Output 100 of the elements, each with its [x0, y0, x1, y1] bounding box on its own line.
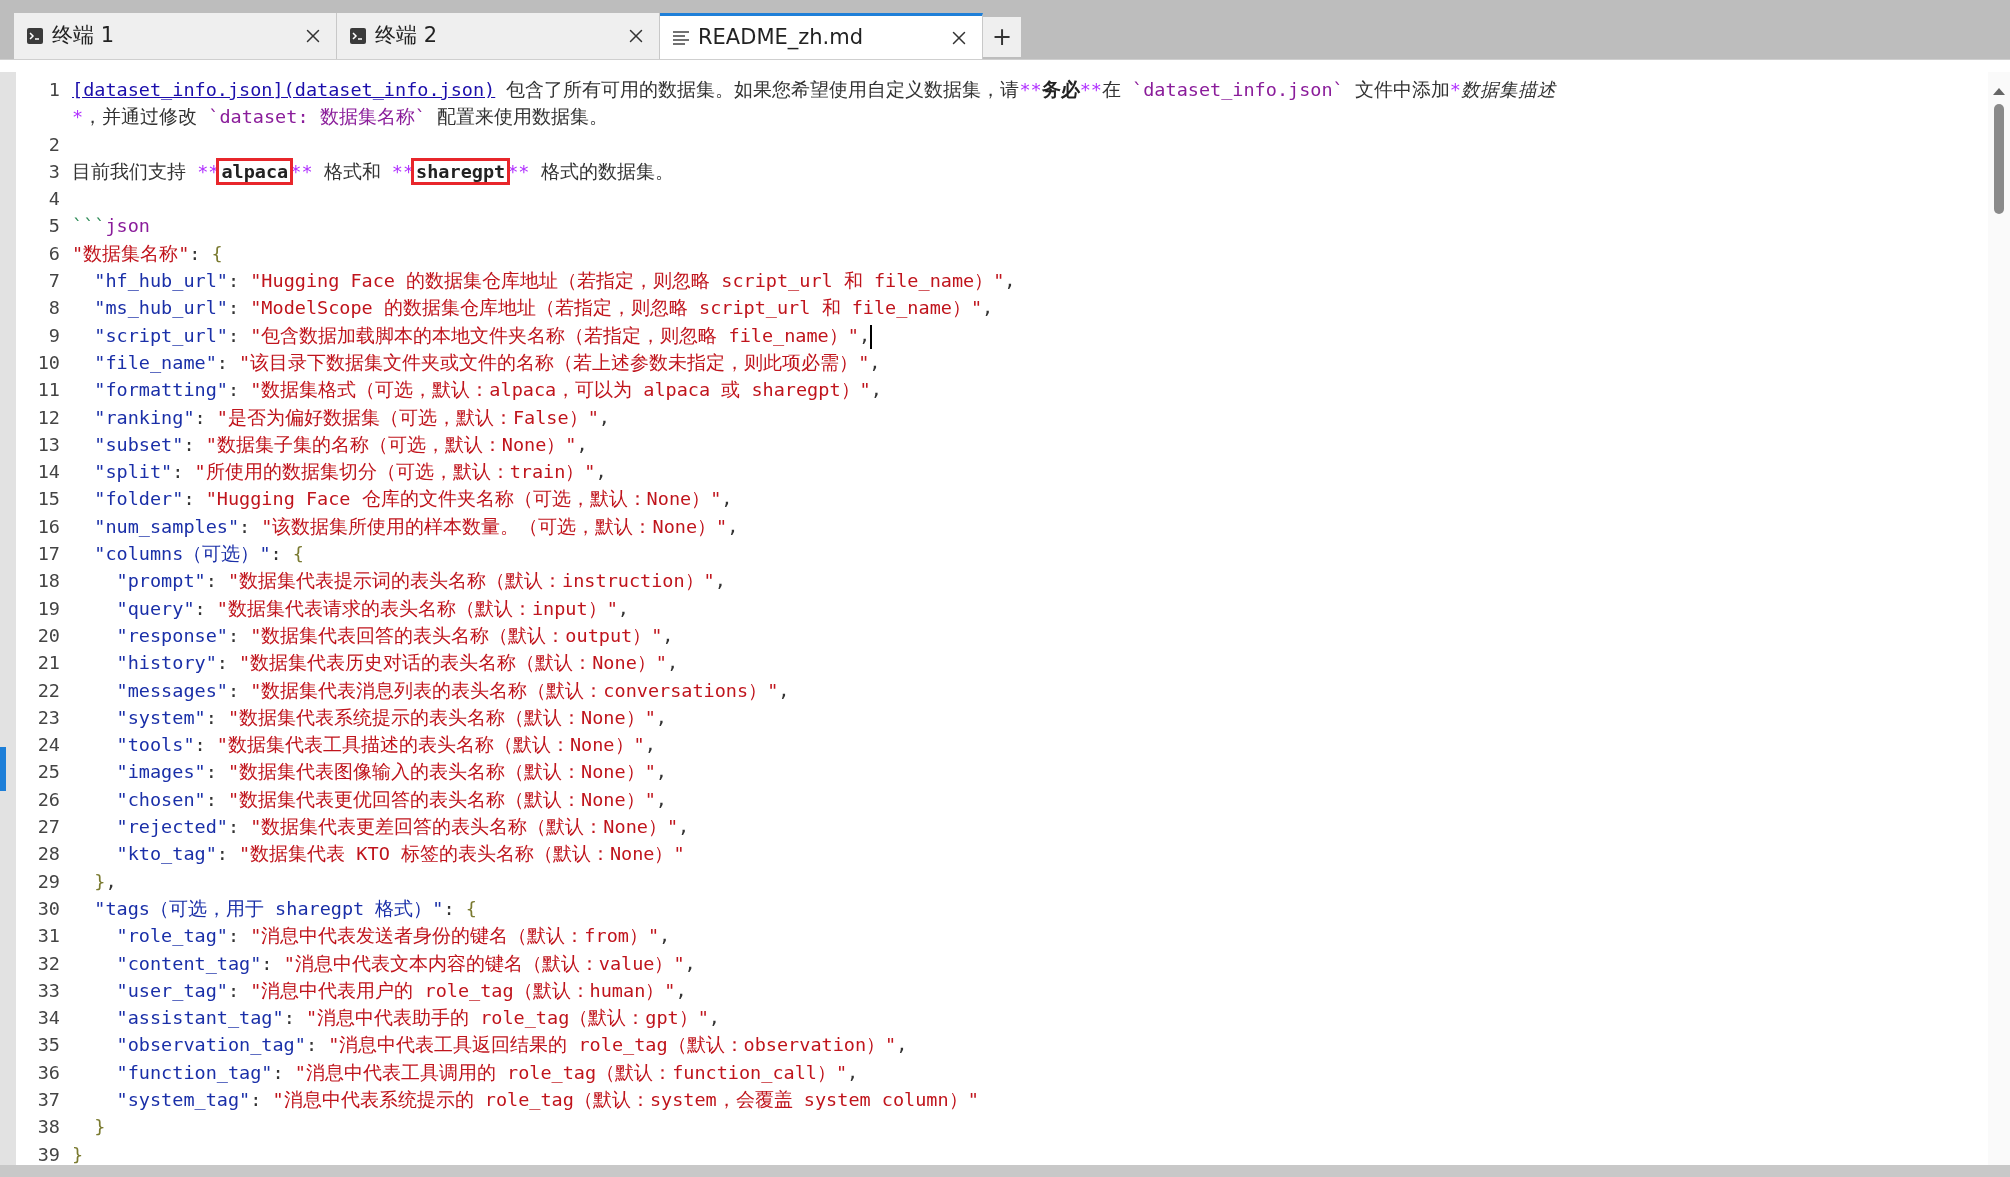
- json-string: "数据集格式（可选，默认：alpaca，可以为 alpaca 或 sharegpt）": [250, 379, 871, 401]
- line-number: 25: [36, 760, 60, 785]
- punctuation: :: [227, 379, 241, 401]
- boxed-bold-text: sharegpt: [414, 160, 508, 182]
- punctuation: :: [443, 897, 456, 919]
- markdown-marker: *: [72, 106, 84, 128]
- punctuation: ,: [617, 597, 629, 619]
- punctuation: ,: [659, 925, 671, 947]
- json-key: "ranking": [72, 406, 195, 428]
- json-string: "消息中代表助手的 role_tag（默认：gpt）": [305, 1007, 709, 1029]
- json-string: "数据集代表系统提示的表头名称（默认：None）": [227, 706, 656, 728]
- line-number: 2: [47, 132, 60, 157]
- punctuation: ,: [870, 379, 882, 401]
- line-number: 37: [36, 1088, 60, 1112]
- inline-code: `dataset: 数据集名称`: [208, 106, 426, 128]
- json-key: "function_tag": [72, 1061, 273, 1083]
- line-number: 9: [47, 323, 60, 348]
- line-number: 20: [36, 623, 60, 648]
- line-number: 22: [36, 678, 60, 703]
- punctuation: ,: [1004, 270, 1016, 292]
- punctuation: :: [216, 652, 229, 674]
- line-number: 8: [47, 296, 60, 321]
- json-string: "该目录下数据集文件夹或文件的名称（若上述参数未指定，则此项必需）": [239, 351, 870, 373]
- punctuation: :: [194, 406, 207, 428]
- json-key: "role_tag": [72, 925, 228, 947]
- punctuation: ,: [869, 351, 881, 373]
- punctuation: ,: [847, 1061, 859, 1083]
- line-number: 29: [36, 869, 60, 894]
- json-string: "数据集代表 KTO 标签的表头名称（默认：None）": [239, 843, 685, 865]
- tab[interactable]: 终端 2: [337, 13, 660, 59]
- punctuation: ,: [721, 488, 733, 510]
- bold-text: 务必: [1041, 79, 1080, 100]
- line-number: 30: [36, 896, 60, 921]
- tab[interactable]: 终端 1: [14, 13, 337, 59]
- json-string: "数据集代表消息列表的表头名称（默认：conversations）": [250, 679, 779, 701]
- json-string: "数据集代表历史对话的表头名称（默认：None）": [239, 652, 667, 674]
- punctuation: :: [194, 597, 207, 619]
- link[interactable]: [dataset_info.json](dataset_info.json): [72, 79, 496, 100]
- tab-label: README_zh.md: [698, 23, 865, 52]
- brace: {: [465, 897, 477, 919]
- punctuation: :: [305, 1034, 319, 1056]
- scroll-up-arrow-icon[interactable]: [1992, 86, 2006, 96]
- line-number: 18: [36, 569, 60, 594]
- json-key: "system_tag": [72, 1089, 251, 1110]
- punctuation: ,: [105, 870, 117, 892]
- line-number: 35: [36, 1033, 60, 1058]
- markdown-marker: **: [1079, 79, 1102, 100]
- punctuation: ,: [727, 515, 739, 537]
- line-number: 17: [36, 542, 60, 567]
- json-key: "ms_hub_url": [72, 297, 228, 319]
- json-string: "消息中代表用户的 role_tag（默认：human）": [250, 979, 676, 1001]
- json-key: "chosen": [72, 788, 206, 810]
- terminal-icon: [349, 27, 367, 45]
- line-number: 16: [36, 514, 60, 539]
- json-key: "kto_tag": [72, 843, 217, 865]
- line-number: 21: [36, 651, 60, 676]
- json-key: "images": [72, 761, 206, 783]
- language-tag: json: [105, 215, 150, 237]
- line-number: 7: [47, 269, 60, 294]
- punctuation: ,: [982, 297, 994, 319]
- punctuation: :: [189, 242, 202, 264]
- json-key: "script_url": [72, 324, 228, 346]
- punctuation: ,: [598, 406, 610, 428]
- punctuation: :: [183, 488, 196, 510]
- punctuation: :: [227, 270, 241, 292]
- json-key: "folder": [72, 488, 184, 510]
- new-tab-button[interactable]: +: [983, 17, 1021, 57]
- line-number: 4: [47, 187, 60, 212]
- scrollbar-thumb[interactable]: [1994, 104, 2004, 214]
- punctuation: :: [270, 543, 283, 565]
- line-number: 24: [36, 733, 60, 758]
- json-string: "消息中代表发送者身份的键名（默认：from）": [250, 925, 660, 947]
- line-number: 28: [36, 842, 60, 867]
- punctuation: :: [194, 734, 207, 756]
- json-key: "assistant_tag": [72, 1007, 284, 1029]
- text: 格式的数据集。: [539, 160, 674, 182]
- json-string: "数据集子集的名称（可选，默认：None）": [205, 433, 577, 455]
- json-string: "所使用的数据集切分（可选，默认：train）": [194, 461, 596, 483]
- punctuation: :: [227, 324, 241, 346]
- punctuation: :: [216, 843, 229, 865]
- json-string: "Hugging Face 仓库的文件夹名称（可选，默认：None）": [205, 488, 722, 510]
- line-number: 27: [36, 815, 60, 839]
- punctuation: :: [205, 788, 218, 810]
- text: 目前我们支持: [72, 160, 187, 182]
- tab-label: 终端 2: [375, 22, 439, 50]
- punctuation: ,: [662, 624, 674, 646]
- punctuation: ,: [714, 570, 726, 592]
- punctuation: :: [172, 461, 185, 483]
- json-key: "response": [72, 624, 228, 646]
- punctuation: ,: [778, 679, 790, 701]
- tab[interactable]: README_zh.md: [660, 13, 983, 59]
- json-key: "user_tag": [72, 979, 228, 1001]
- change-marker: [0, 747, 6, 791]
- json-key: "rejected": [72, 816, 228, 837]
- line-number: 31: [36, 924, 60, 949]
- text: 使用数据集。: [493, 106, 608, 128]
- text: 配置来: [435, 106, 494, 128]
- italic-text: 数据集描述: [1461, 79, 1556, 100]
- json-key: "hf_hub_url": [72, 270, 228, 292]
- punctuation: :: [227, 979, 241, 1001]
